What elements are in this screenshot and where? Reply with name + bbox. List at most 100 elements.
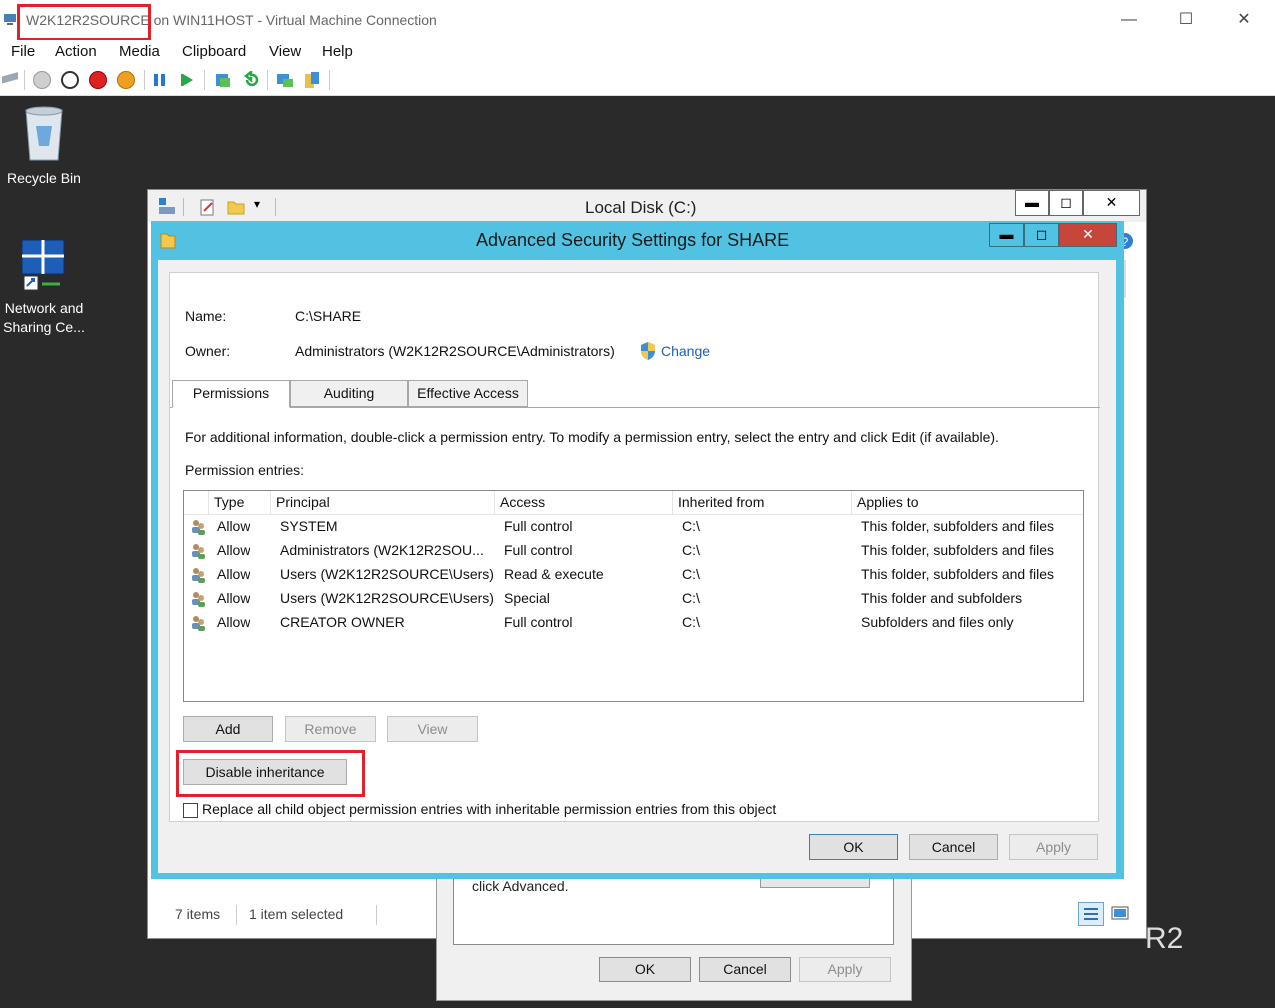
- status-selected: 1 item selected: [249, 906, 344, 922]
- users-icon: [192, 520, 205, 535]
- checkpoint-icon[interactable]: [213, 71, 233, 89]
- dialog-client-area: Name: C:\SHARE Owner: Administrators (W2…: [158, 260, 1116, 873]
- explorer-maximize-button[interactable]: ◻: [1049, 190, 1083, 216]
- column-header-access[interactable]: Access: [495, 491, 673, 515]
- row-principal: Administrators (W2K12R2SOU...: [280, 542, 484, 558]
- column-header-applies-to[interactable]: Applies to: [852, 491, 1083, 515]
- explorer-title-bar: ▾ Local Disk (C:) ▬ ◻ ✕: [148, 190, 1146, 222]
- status-separator: [236, 905, 237, 925]
- status-separator: [376, 905, 377, 925]
- turn-off-icon[interactable]: [61, 71, 79, 89]
- users-icon: [192, 616, 205, 631]
- maximize-button[interactable]: ☐: [1171, 8, 1201, 32]
- permissions-info-text: For additional information, double-click…: [185, 429, 999, 445]
- start-icon[interactable]: [33, 71, 51, 89]
- cancel-button[interactable]: Cancel: [909, 834, 998, 860]
- row-principal: Users (W2K12R2SOURCE\Users): [280, 566, 494, 582]
- details-view-icon: [1084, 908, 1098, 920]
- menu-help[interactable]: Help: [322, 43, 353, 60]
- network-sharing-shortcut[interactable]: Network and Sharing Ce...: [0, 236, 88, 337]
- row-inherited-from: C:\: [682, 566, 700, 582]
- permission-row[interactable]: Allow Users (W2K12R2SOURCE\Users) Read &…: [184, 563, 1083, 587]
- change-owner-link[interactable]: Change: [661, 343, 710, 359]
- properties-apply-button[interactable]: Apply: [799, 957, 891, 982]
- network-label-line1: Network and: [4, 300, 84, 316]
- apply-button[interactable]: Apply: [1009, 834, 1098, 860]
- tab-auditing[interactable]: Auditing: [290, 380, 408, 407]
- reset-icon[interactable]: [180, 72, 196, 88]
- row-type: Allow: [217, 590, 251, 606]
- recycle-bin-shortcut[interactable]: Recycle Bin: [3, 104, 85, 188]
- close-button[interactable]: ✕: [1229, 8, 1259, 32]
- save-state-icon[interactable]: [117, 71, 135, 89]
- replace-child-permissions-checkbox[interactable]: [183, 803, 198, 818]
- menu-action[interactable]: Action: [55, 43, 97, 60]
- row-applies-to: Subfolders and files only: [861, 614, 1014, 630]
- properties-panel: click Advanced.: [453, 871, 894, 945]
- disable-inheritance-highlight: [176, 750, 365, 797]
- row-inherited-from: C:\: [682, 590, 700, 606]
- revert-icon[interactable]: [243, 71, 259, 89]
- large-icons-view-icon: [1111, 906, 1129, 920]
- toolbar-separator: [329, 70, 330, 90]
- uac-shield-icon: [641, 342, 655, 360]
- advanced-security-dialog: Advanced Security Settings for SHARE ▬ ◻…: [151, 221, 1124, 879]
- recycle-bin-icon: [25, 106, 63, 161]
- users-icon: [192, 568, 205, 583]
- row-principal: SYSTEM: [280, 518, 338, 534]
- toolbar-separator: [183, 198, 184, 216]
- minimize-button[interactable]: —: [1114, 8, 1144, 32]
- details-view-button[interactable]: [1078, 902, 1104, 926]
- quick-access-dropdown-icon[interactable]: ▾: [254, 197, 260, 211]
- share-icon[interactable]: [303, 70, 321, 90]
- properties-ok-button[interactable]: OK: [599, 957, 691, 982]
- dialog-title: Advanced Security Settings for SHARE: [476, 230, 790, 250]
- row-inherited-from: C:\: [682, 614, 700, 630]
- dialog-maximize-button[interactable]: ◻: [1024, 223, 1059, 247]
- menu-clipboard[interactable]: Clipboard: [182, 43, 246, 60]
- menu-media[interactable]: Media: [119, 43, 160, 60]
- dialog-title-bar: Advanced Security Settings for SHARE ▬ ◻…: [151, 221, 1124, 259]
- owner-value: Administrators (W2K12R2SOURCE\Administra…: [295, 343, 615, 359]
- permission-entries-label: Permission entries:: [185, 462, 305, 478]
- network-icon: [21, 239, 65, 291]
- tab-effective-access[interactable]: Effective Access: [408, 380, 528, 407]
- permission-row[interactable]: Allow SYSTEM Full control C:\ This folde…: [184, 515, 1083, 539]
- menu-bar: File Action Media Clipboard View Help: [0, 40, 1275, 64]
- explorer-minimize-button[interactable]: ▬: [1015, 190, 1049, 216]
- remove-button[interactable]: Remove: [285, 716, 376, 742]
- enhanced-session-icon[interactable]: [275, 71, 295, 89]
- dialog-minimize-button[interactable]: ▬: [989, 223, 1024, 247]
- menu-view[interactable]: View: [269, 43, 301, 60]
- replace-child-permissions-label: Replace all child object permission entr…: [202, 801, 777, 817]
- column-header-inherited-from[interactable]: Inherited from: [673, 491, 852, 515]
- row-access: Special: [504, 590, 550, 606]
- properties-cancel-button[interactable]: Cancel: [699, 957, 791, 982]
- folder-icon: [160, 233, 176, 249]
- ctrl-alt-del-icon[interactable]: [0, 72, 20, 88]
- column-header-principal[interactable]: Principal: [271, 491, 495, 515]
- ok-button[interactable]: OK: [809, 834, 898, 860]
- status-item-count: 7 items: [175, 906, 221, 922]
- dialog-close-button[interactable]: ✕: [1059, 223, 1117, 247]
- permission-entries-list[interactable]: Type Principal Access Inherited from App…: [183, 490, 1084, 702]
- shut-down-icon[interactable]: [89, 71, 107, 89]
- view-button[interactable]: View: [387, 716, 478, 742]
- row-access: Full control: [504, 542, 573, 558]
- pause-icon[interactable]: [152, 72, 168, 88]
- column-header-type[interactable]: Type: [209, 491, 271, 515]
- tab-permissions[interactable]: Permissions: [172, 380, 290, 408]
- large-icons-view-button[interactable]: [1108, 902, 1132, 926]
- explorer-close-button[interactable]: ✕: [1083, 190, 1140, 216]
- menu-file[interactable]: File: [11, 43, 35, 60]
- list-header: Type Principal Access Inherited from App…: [184, 491, 1083, 515]
- permission-row[interactable]: Allow Users (W2K12R2SOURCE\Users) Specia…: [184, 587, 1083, 611]
- explorer-title: Local Disk (C:): [585, 198, 697, 217]
- permission-row[interactable]: Allow CREATOR OWNER Full control C:\ Sub…: [184, 611, 1083, 635]
- permission-row[interactable]: Allow Administrators (W2K12R2SOU... Full…: [184, 539, 1083, 563]
- new-folder-icon[interactable]: [226, 197, 246, 217]
- row-access: Read & execute: [504, 566, 604, 582]
- add-button[interactable]: Add: [183, 716, 273, 742]
- row-applies-to: This folder and subfolders: [861, 590, 1023, 606]
- properties-icon[interactable]: [198, 197, 218, 217]
